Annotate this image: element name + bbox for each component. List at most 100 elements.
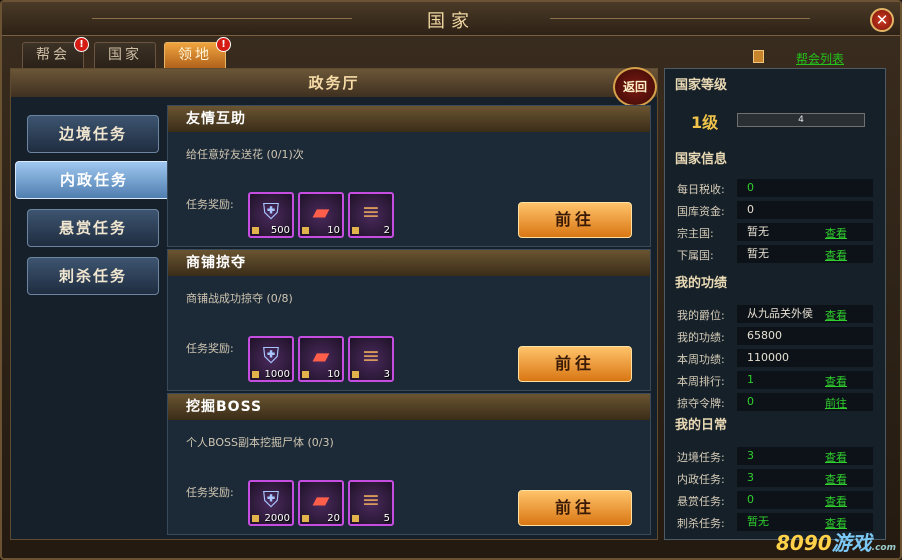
row-key: 刺杀任务: xyxy=(677,517,725,530)
tab-country[interactable]: 国家 xyxy=(94,42,156,68)
view-link[interactable]: 查看 xyxy=(825,493,847,509)
task-title: 友情互助 xyxy=(168,106,650,132)
goto-button[interactable]: 前往 xyxy=(518,202,632,238)
reward-item[interactable]: ▰ 10 xyxy=(298,192,344,238)
row-key: 边境任务: xyxy=(677,451,725,464)
goto-button[interactable]: 前往 xyxy=(518,490,632,526)
reward-item[interactable]: ▰ 20 xyxy=(298,480,344,526)
reward-item[interactable]: ≡ 3 xyxy=(348,336,394,382)
window-title: 国家 xyxy=(427,11,475,32)
reward-item[interactable]: ▰ 10 xyxy=(298,336,344,382)
main-panel: 政务厅 返回 边境任务 内政任务 悬赏任务 刺杀任务 友情互助 给任意好友送花 … xyxy=(10,67,658,540)
goto-link[interactable]: 前往 xyxy=(825,395,847,411)
lock-icon xyxy=(352,371,359,378)
info-row: 本周功绩: 110000 xyxy=(677,349,877,371)
sidebar-item-border[interactable]: 边境任务 xyxy=(27,115,159,153)
country-level-heading: 国家等级 xyxy=(675,78,728,93)
reward-item[interactable]: ⛨ 2000 xyxy=(248,480,294,526)
view-link[interactable]: 查看 xyxy=(825,373,847,389)
task-card: 商铺掠夺 商铺战成功掠夺 (0/8) 任务奖励: ⛨ 1000 ▰ 10 ≡ 3 前往 xyxy=(167,249,651,391)
info-row: 我的爵位: 从九品关外侯 查看 xyxy=(677,305,877,327)
info-row: 每日税收: 0 xyxy=(677,179,877,201)
reward-item[interactable]: ⛨ 1000 xyxy=(248,336,294,382)
reward-item[interactable]: ≡ 2 xyxy=(348,192,394,238)
row-value: 暂无 xyxy=(737,223,873,241)
tab-territory[interactable]: 领地! xyxy=(164,37,231,68)
row-key: 我的功绩: xyxy=(677,331,725,344)
info-row: 我的功绩: 65800 xyxy=(677,327,877,349)
reward-count: 2000 xyxy=(264,513,290,524)
view-link[interactable]: 查看 xyxy=(825,449,847,465)
row-value: 65800 xyxy=(737,327,873,345)
reward-item[interactable]: ≡ 5 xyxy=(348,480,394,526)
watermark-prefix: 8090 xyxy=(776,531,832,555)
reward-count: 1000 xyxy=(264,369,290,380)
alert-icon: ! xyxy=(216,37,231,52)
lock-icon xyxy=(352,515,359,522)
tab-territory-label: 领地 xyxy=(178,47,212,63)
sidebar-item-internal[interactable]: 内政任务 xyxy=(15,161,173,199)
shield-icon: ⛨ xyxy=(262,200,280,225)
shield-icon: ⛨ xyxy=(262,488,280,513)
goto-button[interactable]: 前往 xyxy=(518,346,632,382)
wood-log-icon: ≡ xyxy=(361,488,381,513)
row-key: 掠夺令牌: xyxy=(677,397,725,410)
row-key: 悬赏任务: xyxy=(677,495,725,508)
row-key: 下属国: xyxy=(677,249,714,262)
lock-icon xyxy=(302,227,309,234)
shield-icon: ⛨ xyxy=(262,344,280,369)
tab-guild-label: 帮会 xyxy=(36,47,70,63)
row-key: 本周排行: xyxy=(677,375,725,388)
tab-country-label: 国家 xyxy=(108,47,142,63)
reward-count: 3 xyxy=(383,369,390,380)
row-value: 3 xyxy=(737,469,873,487)
sidebar-item-bounty[interactable]: 悬赏任务 xyxy=(27,209,159,247)
merit-scroll-icon: ▰ xyxy=(312,200,330,225)
info-row: 宗主国: 暂无 查看 xyxy=(677,223,877,245)
guild-list-link[interactable]: 帮会列表 xyxy=(796,50,844,67)
task-desc: 个人BOSS副本挖掘尸体 (0/3) xyxy=(186,436,334,449)
tab-guild[interactable]: 帮会! xyxy=(22,37,89,68)
hall-title: 政务厅 xyxy=(11,69,657,97)
country-info-heading: 国家信息 xyxy=(675,152,728,167)
country-level: 1级 xyxy=(691,113,719,132)
merit-scroll-icon: ▰ xyxy=(312,344,330,369)
row-value: 1 xyxy=(737,371,873,389)
row-value: 0 xyxy=(737,201,873,219)
task-card: 友情互助 给任意好友送花 (0/1)次 任务奖励: ⛨ 500 ▰ 10 ≡ 2 前往 xyxy=(167,105,651,247)
row-value: 从九品关外侯 xyxy=(737,305,873,323)
list-icon xyxy=(753,50,764,63)
view-link[interactable]: 查看 xyxy=(825,225,847,241)
row-key: 我的爵位: xyxy=(677,309,725,322)
row-key: 宗主国: xyxy=(677,227,714,240)
merit-scroll-icon: ▰ xyxy=(312,488,330,513)
daily-heading: 我的日常 xyxy=(675,418,728,433)
lock-icon xyxy=(352,227,359,234)
row-value: 0 xyxy=(737,179,873,197)
lock-icon xyxy=(252,227,259,234)
level-progress-bar: 4 xyxy=(737,113,865,127)
row-value: 110000 xyxy=(737,349,873,367)
view-link[interactable]: 查看 xyxy=(825,307,847,323)
view-link[interactable]: 查看 xyxy=(825,471,847,487)
title-decoration-right xyxy=(550,18,810,19)
reward-label: 任务奖励: xyxy=(186,342,234,355)
reward-count: 500 xyxy=(270,225,290,236)
row-value: 0 xyxy=(737,393,873,411)
info-panel: 国家等级 1级 4 国家信息 每日税收: 0 国库资金: 0 宗主国: 暂无 查看 下属… xyxy=(664,68,886,540)
watermark-domain: .com xyxy=(871,543,896,553)
merit-heading: 我的功绩 xyxy=(675,276,728,291)
back-button[interactable]: 返回 xyxy=(613,67,657,107)
wood-log-icon: ≡ xyxy=(361,200,381,225)
reward-item[interactable]: ⛨ 500 xyxy=(248,192,294,238)
reward-count: 20 xyxy=(327,513,340,524)
reward-count: 10 xyxy=(327,225,340,236)
info-row: 掠夺令牌: 0 前往 xyxy=(677,393,877,415)
close-button[interactable]: ✕ xyxy=(870,8,894,32)
row-key: 内政任务: xyxy=(677,473,725,486)
window-frame: 国家 ✕ 帮会! 国家 领地! 帮会列表 政务厅 返回 边境任务 内政任务 悬赏… xyxy=(0,0,902,560)
reward-label: 任务奖励: xyxy=(186,486,234,499)
view-link[interactable]: 查看 xyxy=(825,247,847,263)
title-decoration-left xyxy=(92,18,352,19)
sidebar-item-assassin[interactable]: 刺杀任务 xyxy=(27,257,159,295)
